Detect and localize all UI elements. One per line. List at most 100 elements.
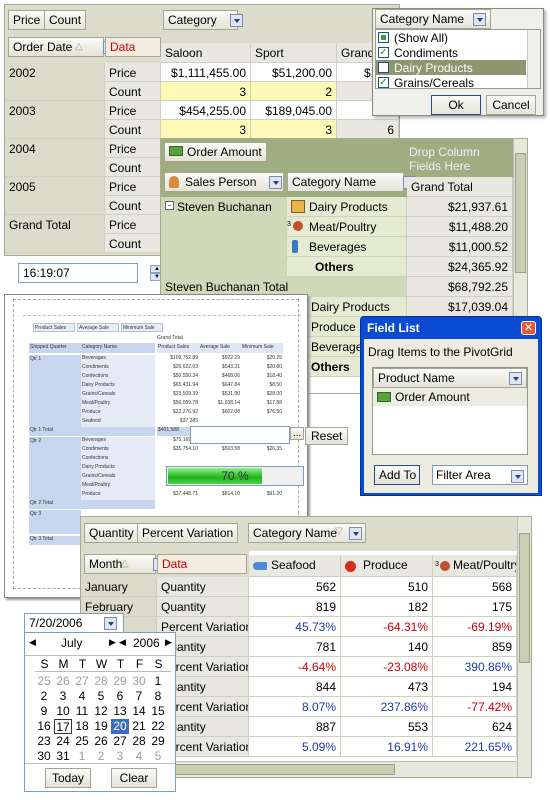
- list-item[interactable]: ✓ Grains/Cereals: [376, 75, 526, 90]
- partial-checkbox-icon[interactable]: [378, 32, 389, 43]
- close-icon[interactable]: ✕: [521, 321, 536, 335]
- column-field-category[interactable]: Category: [163, 10, 238, 30]
- row-field-month-label: Month: [89, 557, 123, 571]
- money-icon: [169, 146, 183, 156]
- calendar-day[interactable]: 2: [92, 749, 110, 764]
- popup-cancel-button[interactable]: Cancel: [486, 95, 536, 115]
- time-editor[interactable]: 16:19:07: [18, 263, 138, 283]
- list-item-label: (Show All): [394, 31, 449, 45]
- category-filter-dropdown[interactable]: [230, 14, 243, 28]
- calendar-day[interactable]: 7: [130, 689, 148, 704]
- checked-checkbox-icon[interactable]: ✓: [378, 77, 389, 88]
- prev-year-icon[interactable]: ◀: [119, 637, 126, 648]
- calendar-day[interactable]: 9: [35, 704, 53, 719]
- ellipsis-button[interactable]: ...: [290, 427, 305, 440]
- sales-person-filter-dropdown[interactable]: [269, 176, 282, 190]
- calendar-day[interactable]: 11: [73, 704, 91, 719]
- calendar-day[interactable]: 25: [73, 734, 91, 749]
- calendar-day[interactable]: 1: [73, 749, 91, 764]
- list-item[interactable]: ✓ Condiments: [376, 45, 526, 60]
- category-dairy: Dairy Products: [287, 197, 407, 217]
- calendar-day-today[interactable]: 17: [54, 719, 72, 734]
- calendar-day[interactable]: 21: [130, 719, 148, 734]
- row-field-month[interactable]: Month: [84, 554, 156, 574]
- add-to-button[interactable]: Add To: [374, 465, 420, 485]
- calendar-day[interactable]: 6: [111, 689, 129, 704]
- calendar-day[interactable]: 5: [92, 689, 110, 704]
- calendar-day[interactable]: 8: [149, 689, 167, 704]
- today-button[interactable]: Today: [45, 768, 91, 788]
- month-label[interactable]: July: [61, 636, 82, 650]
- calendar-day-selected[interactable]: 20: [111, 719, 129, 734]
- value-cell: $1,111,455.00: [161, 63, 251, 82]
- calendar-day[interactable]: 19: [92, 719, 110, 734]
- value-cell: -64.31%: [341, 617, 433, 637]
- calendar-day[interactable]: 1: [149, 674, 167, 689]
- calendar-day[interactable]: 12: [92, 704, 110, 719]
- calendar-day[interactable]: 25: [35, 674, 53, 689]
- area-dropdown-icon[interactable]: [511, 470, 524, 484]
- popup-ok-button[interactable]: Ok: [431, 95, 481, 115]
- calendar-day[interactable]: 27: [73, 674, 91, 689]
- date-dropdown-icon[interactable]: [104, 617, 117, 631]
- calendar-day[interactable]: 30: [130, 674, 148, 689]
- calendar-day[interactable]: 30: [35, 749, 53, 764]
- calendar-day[interactable]: 27: [111, 734, 129, 749]
- clear-button[interactable]: Clear: [111, 768, 157, 788]
- checked-checkbox-icon[interactable]: ✓: [378, 47, 389, 58]
- preview-category: Condiments: [81, 446, 155, 455]
- filter-field-percent-variation[interactable]: Percent Variation: [137, 523, 239, 543]
- preview-value: $20.80: [266, 364, 282, 370]
- value-cell: 859: [433, 637, 517, 657]
- list-item[interactable]: (Show All): [376, 30, 526, 45]
- calendar-day[interactable]: 4: [130, 749, 148, 764]
- calendar-day[interactable]: 3: [111, 749, 129, 764]
- calendar-day[interactable]: 26: [92, 734, 110, 749]
- calendar-day[interactable]: 10: [54, 704, 72, 719]
- calendar-day[interactable]: 15: [149, 704, 167, 719]
- field-product-name[interactable]: Product Name: [373, 368, 527, 388]
- popup-scrollbar[interactable]: [527, 30, 540, 88]
- year-label[interactable]: 2006: [133, 636, 160, 650]
- calendar-day[interactable]: 29: [149, 734, 167, 749]
- calendar-day[interactable]: 22: [149, 719, 167, 734]
- filter-field-price[interactable]: Price: [8, 10, 46, 30]
- calendar-day[interactable]: 4: [73, 689, 91, 704]
- vertical-scrollbar[interactable]: [517, 517, 531, 777]
- next-month-icon[interactable]: ▶: [109, 637, 116, 648]
- reset-editor[interactable]: [190, 426, 290, 444]
- calendar-day[interactable]: 28: [92, 674, 110, 689]
- field-item-order-amount[interactable]: Order Amount: [373, 388, 527, 406]
- calendar-day[interactable]: 13: [111, 704, 129, 719]
- next-year-icon[interactable]: ▶: [165, 637, 172, 648]
- preview-value: $18.40: [266, 373, 282, 379]
- product-name-dropdown[interactable]: [509, 372, 522, 386]
- row-field-sales-person[interactable]: Sales Person: [164, 172, 284, 192]
- popup-filter-dropdown[interactable]: [473, 13, 486, 27]
- unchecked-checkbox-icon[interactable]: [378, 62, 389, 73]
- row-field-order-date[interactable]: Order Date: [8, 37, 104, 57]
- calendar-day[interactable]: 28: [130, 734, 148, 749]
- reset-button[interactable]: Reset: [305, 427, 349, 445]
- calendar-day[interactable]: 29: [111, 674, 129, 689]
- collapse-icon[interactable]: -: [165, 201, 174, 210]
- calendar-day[interactable]: 23: [35, 734, 53, 749]
- value-cell: 568: [433, 577, 517, 597]
- list-item-selected[interactable]: Dairy Products: [376, 60, 526, 75]
- prev-month-icon[interactable]: ◀: [29, 637, 36, 648]
- calendar-day[interactable]: 16: [35, 719, 53, 734]
- preview-qtr: Qtr 2: [29, 437, 81, 500]
- preview-row-header: Category Name: [81, 343, 155, 353]
- category-name-filter-dropdown[interactable]: [349, 527, 362, 541]
- calendar-day[interactable]: 18: [73, 719, 91, 734]
- filter-field-quantity[interactable]: Quantity: [84, 523, 139, 543]
- calendar-day[interactable]: 26: [54, 674, 72, 689]
- calendar-day[interactable]: 5: [149, 749, 167, 764]
- filter-field-count[interactable]: Count: [44, 10, 87, 30]
- row-field-category-name[interactable]: Category Name: [287, 172, 404, 192]
- calendar-day[interactable]: 3: [54, 689, 72, 704]
- calendar-day[interactable]: 14: [130, 704, 148, 719]
- calendar-day[interactable]: 31: [54, 749, 72, 764]
- calendar-day[interactable]: 2: [35, 689, 53, 704]
- calendar-day[interactable]: 24: [54, 734, 72, 749]
